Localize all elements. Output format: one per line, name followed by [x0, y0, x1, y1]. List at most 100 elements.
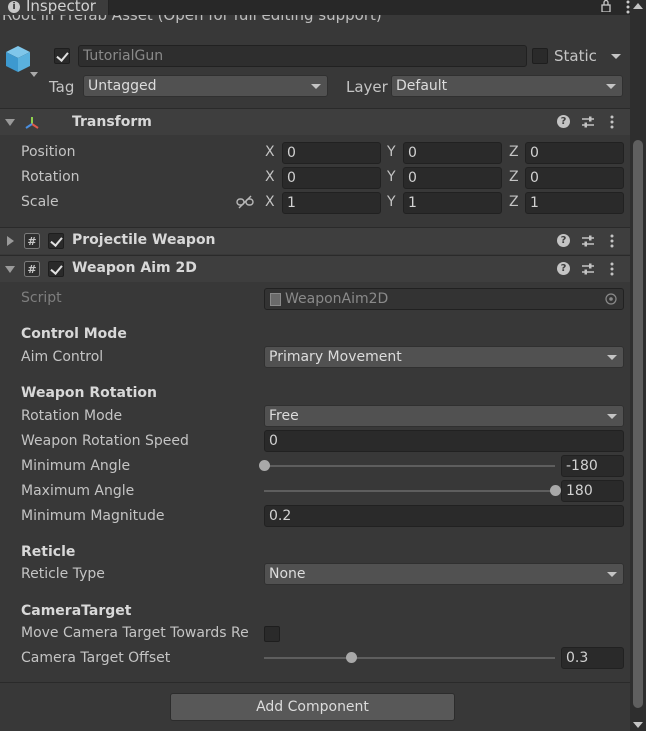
chevron-down-icon: [606, 84, 616, 89]
camera-offset-field[interactable]: 0.3: [561, 647, 624, 669]
svg-text:#: #: [27, 263, 36, 276]
script-hash-icon: #: [24, 233, 40, 249]
min-magnitude-field[interactable]: 0.2: [264, 505, 624, 527]
control-mode-header: Control Mode: [21, 326, 127, 342]
tag-value: Untagged: [88, 78, 157, 94]
weapon-rotation-header: Weapon Rotation: [21, 385, 157, 401]
camera-offset-slider-track[interactable]: [264, 657, 555, 659]
prefab-notice-text: Root in Prefab Asset (Open for full edit…: [2, 15, 382, 24]
script-hash-icon: #: [24, 261, 40, 277]
script-file-icon: [270, 293, 281, 306]
inspector-tab[interactable]: i Inspector: [0, 0, 109, 15]
tag-dropdown[interactable]: Untagged: [83, 75, 328, 97]
component-menu-icon[interactable]: [608, 115, 616, 129]
axis-x-label: X: [265, 144, 275, 160]
icon-dropdown-arrow-icon[interactable]: [30, 72, 38, 77]
help-icon[interactable]: ?: [557, 234, 570, 247]
components-end-divider: [0, 682, 630, 683]
axis-y-label: Y: [387, 194, 396, 210]
position-x-field[interactable]: 0: [282, 142, 381, 164]
weapon-aim-enabled-checkbox[interactable]: [48, 261, 64, 277]
rotation-speed-label: Weapon Rotation Speed: [21, 433, 189, 449]
add-component-button[interactable]: Add Component: [170, 693, 455, 721]
foldout-open-icon[interactable]: [5, 119, 15, 126]
rotation-z-field[interactable]: 0: [525, 167, 624, 189]
gameobject-active-checkbox[interactable]: [54, 48, 70, 64]
help-icon[interactable]: ?: [557, 262, 570, 275]
component-menu-icon[interactable]: [608, 234, 616, 248]
foldout-open-icon[interactable]: [5, 266, 15, 273]
axis-x-label: X: [265, 169, 275, 185]
scale-y-field[interactable]: 1: [403, 192, 502, 214]
max-angle-field[interactable]: 180: [561, 480, 624, 502]
axis-z-label: Z: [509, 144, 519, 160]
rotation-x-field[interactable]: 0: [282, 167, 381, 189]
min-angle-slider-thumb[interactable]: [258, 460, 270, 471]
chevron-down-icon: [607, 414, 617, 419]
help-icon[interactable]: ?: [557, 115, 570, 128]
reticle-type-label: Reticle Type: [21, 566, 105, 582]
scale-x-field[interactable]: 1: [282, 192, 381, 214]
lock-icon[interactable]: [600, 0, 612, 12]
min-angle-field[interactable]: -180: [561, 455, 624, 477]
foldout-closed-icon[interactable]: [7, 236, 14, 246]
svg-text:#: #: [27, 235, 36, 248]
projectile-weapon-enabled-checkbox[interactable]: [48, 233, 64, 249]
script-field: WeaponAim2D: [264, 288, 624, 310]
aim-control-value: Primary Movement: [269, 349, 402, 365]
layer-dropdown[interactable]: Default: [391, 75, 623, 97]
scale-z-field[interactable]: 1: [525, 192, 624, 214]
gameobject-name-field[interactable]: TutorialGun: [78, 45, 527, 67]
scroll-up-arrow-icon[interactable]: [633, 3, 643, 9]
inspector-tab-label: Inspector: [26, 0, 96, 15]
reticle-type-value: None: [269, 566, 306, 582]
preset-settings-icon[interactable]: [581, 115, 595, 129]
static-dropdown-arrow-icon[interactable]: [611, 54, 621, 59]
weapon-aim-title: Weapon Aim 2D: [72, 260, 197, 276]
rotation-speed-field[interactable]: 0: [264, 430, 624, 452]
position-z-field[interactable]: 0: [525, 142, 624, 164]
chevron-down-icon: [607, 572, 617, 577]
axis-z-label: Z: [509, 169, 519, 185]
prefab-notice-bar: Root in Prefab Asset (Open for full edit…: [0, 15, 646, 31]
move-camera-label: Move Camera Target Towards Re: [21, 625, 249, 641]
projectile-weapon-header[interactable]: # Projectile Weapon ?: [0, 227, 630, 254]
move-camera-checkbox[interactable]: [264, 626, 280, 642]
static-checkbox[interactable]: [532, 48, 548, 64]
static-label: Static: [554, 47, 597, 65]
reticle-header: Reticle: [21, 544, 76, 560]
object-picker-icon[interactable]: [605, 293, 617, 305]
max-angle-slider-thumb[interactable]: [549, 485, 561, 496]
camera-offset-slider-thumb[interactable]: [345, 652, 357, 663]
weapon-aim-2d-header[interactable]: # Weapon Aim 2D ?: [0, 255, 630, 282]
axis-x-label: X: [265, 194, 275, 210]
aim-control-dropdown[interactable]: Primary Movement: [264, 346, 624, 368]
unlinked-chain-icon[interactable]: [236, 195, 254, 209]
check-icon: [56, 49, 69, 62]
scrollbar-thumb[interactable]: [633, 140, 643, 708]
preset-settings-icon[interactable]: [581, 262, 595, 276]
preset-settings-icon[interactable]: [581, 234, 595, 248]
check-icon: [50, 262, 63, 275]
reticle-type-dropdown[interactable]: None: [264, 563, 624, 585]
layer-label: Layer: [346, 78, 388, 96]
aim-control-label: Aim Control: [21, 349, 104, 365]
position-y-field[interactable]: 0: [403, 142, 502, 164]
rotation-mode-label: Rotation Mode: [21, 408, 123, 424]
component-menu-icon[interactable]: [608, 262, 616, 276]
check-icon: [50, 234, 63, 247]
position-label: Position: [21, 144, 76, 160]
rotation-mode-dropdown[interactable]: Free: [264, 405, 624, 427]
min-angle-label: Minimum Angle: [21, 458, 131, 474]
camera-offset-label: Camera Target Offset: [21, 650, 171, 666]
info-icon: i: [8, 1, 20, 13]
transform-header[interactable]: Transform ?: [0, 108, 630, 135]
max-angle-slider-track[interactable]: [264, 490, 555, 492]
projectile-weapon-title: Projectile Weapon: [72, 232, 216, 248]
scroll-down-arrow-icon[interactable]: [633, 722, 643, 728]
min-angle-slider-track[interactable]: [264, 465, 555, 467]
rotation-y-field[interactable]: 0: [403, 167, 502, 189]
script-label: Script: [21, 290, 62, 306]
axis-y-label: Y: [387, 144, 396, 160]
tag-label: Tag: [49, 78, 75, 96]
